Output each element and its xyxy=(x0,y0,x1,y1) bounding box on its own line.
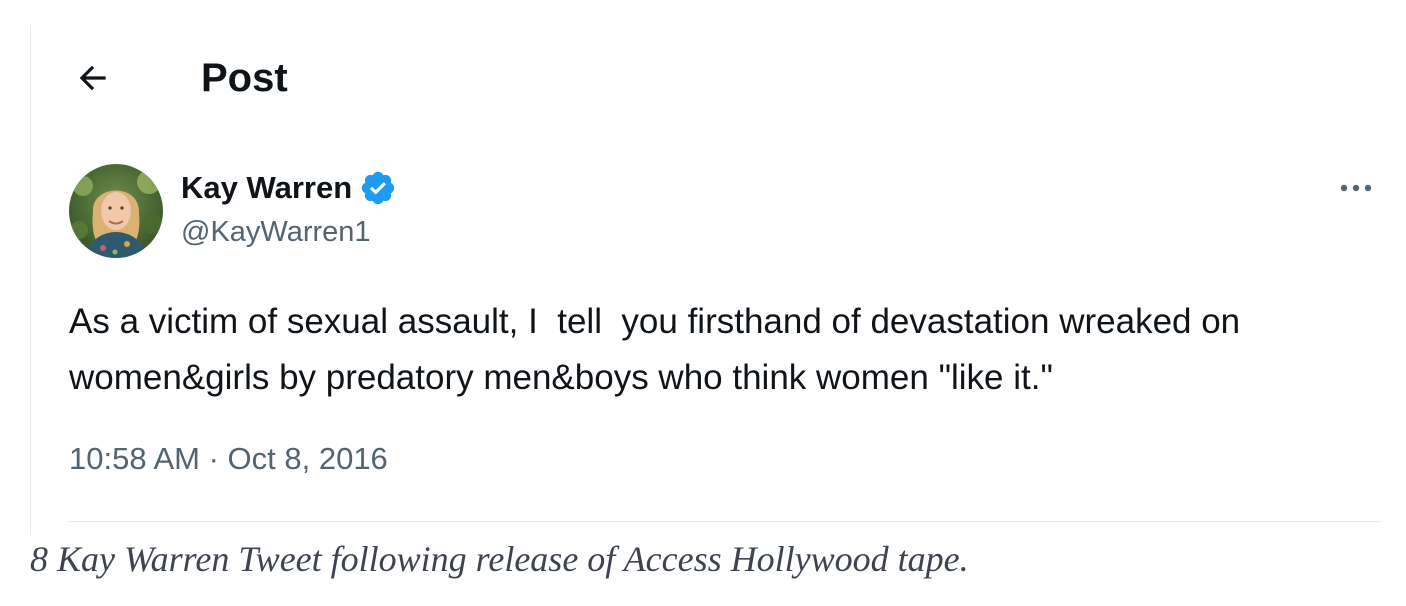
arrow-left-icon xyxy=(79,65,106,91)
post-timestamp[interactable]: 10:58 AM · Oct 8, 2016 xyxy=(69,441,388,477)
page-title: Post xyxy=(201,56,288,100)
verified-badge-icon xyxy=(359,169,397,207)
author-name[interactable]: Kay Warren xyxy=(181,170,352,206)
avatar-image xyxy=(69,164,163,258)
post-text: As a victim of sexual assault, I tell yo… xyxy=(69,302,1250,397)
figure-caption: 8 Kay Warren Tweet following release of … xyxy=(30,539,969,579)
post-header: Post xyxy=(31,26,1383,126)
author-handle[interactable]: @KayWarren1 xyxy=(181,216,371,249)
post-card: Post Kay Warren @KayWarren1 As a victim … xyxy=(30,26,1383,534)
divider xyxy=(69,521,1381,522)
back-button[interactable] xyxy=(71,56,115,100)
author-name-row: Kay Warren xyxy=(181,168,397,208)
more-options-button[interactable] xyxy=(1333,168,1379,208)
more-horizontal-icon xyxy=(1340,184,1372,192)
avatar[interactable] xyxy=(69,164,163,258)
